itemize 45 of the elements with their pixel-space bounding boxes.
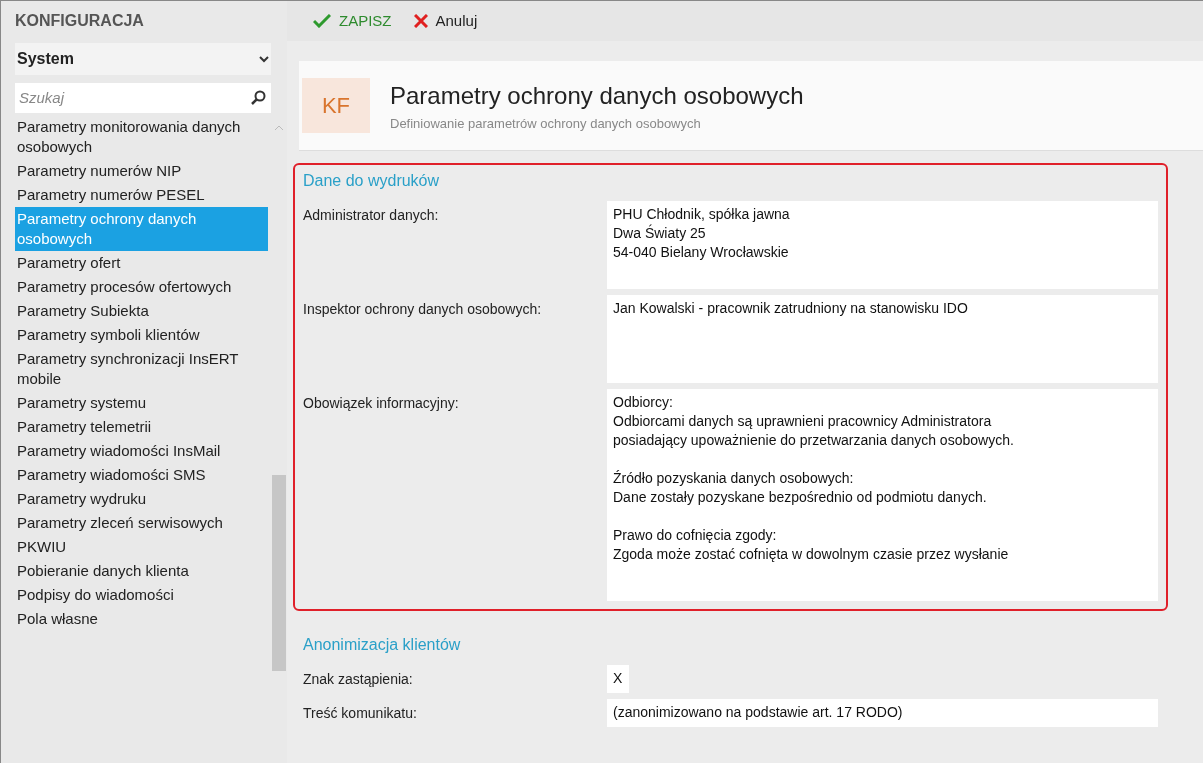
chevron-down-icon bbox=[259, 55, 269, 63]
save-button[interactable]: ZAPISZ bbox=[313, 9, 392, 33]
sidebar-item[interactable]: Parametry systemu bbox=[15, 391, 269, 415]
sidebar-item[interactable]: PKWIU bbox=[15, 535, 269, 559]
sidebar-item[interactable]: Parametry numerów NIP bbox=[15, 159, 269, 183]
field-label: Znak zastąpienia: bbox=[303, 670, 414, 689]
sidebar-item[interactable]: Parametry procesów ofertowych bbox=[15, 275, 269, 299]
module-badge: KF bbox=[302, 78, 370, 133]
search-field[interactable]: Szukaj bbox=[15, 83, 245, 113]
field-label: Inspektor ochrony danych osobowych: bbox=[303, 300, 543, 319]
field-label: Obowiązek informacyjny: bbox=[303, 394, 460, 413]
section-title: Dane do wydruków bbox=[303, 171, 441, 191]
text-field[interactable]: PHU Chłodnik, spółka jawna Dwa Światy 25 54-040 Bielany Wrocławskie bbox=[607, 201, 1158, 289]
text-field[interactable]: (zanonimizowano na podstawie art. 17 RODO) bbox=[607, 699, 1158, 727]
scrollbar-thumb[interactable] bbox=[272, 475, 287, 671]
sidebar-item[interactable]: Podpisy do wiadomości bbox=[15, 583, 269, 607]
text-field[interactable]: X bbox=[607, 665, 629, 693]
text-field[interactable]: Jan Kowalski - pracownik zatrudniony na stanowisku IDO bbox=[607, 295, 1158, 383]
sidebar-item[interactable]: Pobieranie danych klienta bbox=[15, 559, 269, 583]
cancel-button[interactable]: Anuluj bbox=[413, 9, 478, 33]
sidebar-item[interactable]: Parametry wydruku bbox=[15, 487, 269, 511]
checkmark-icon bbox=[313, 14, 331, 28]
page-subtitle: Definiowanie parametrów ochrony danych osobowych bbox=[390, 114, 702, 133]
close-icon bbox=[413, 14, 428, 28]
field-label: Treść komunikatu: bbox=[303, 704, 418, 723]
page-title: Parametry ochrony danych osobowych bbox=[390, 80, 804, 111]
sidebar-item[interactable]: Parametry Subiekta bbox=[15, 299, 269, 323]
section-title: Anonimizacja klientów bbox=[303, 635, 462, 655]
sidebar-item[interactable]: Parametry wiadomości SMS bbox=[15, 463, 269, 487]
sidebar-item[interactable]: Parametry numerów PESEL bbox=[15, 183, 269, 207]
scroll-up-icon bbox=[274, 125, 285, 131]
search-icon bbox=[250, 90, 266, 106]
sidebar-item[interactable]: Parametry symboli klientów bbox=[15, 323, 269, 347]
sidebar-item[interactable]: Parametry zleceń serwisowych bbox=[15, 511, 269, 535]
sidebar-item[interactable]: Parametry ofert bbox=[15, 251, 269, 275]
text-field[interactable]: Odbiorcy: Odbiorcami danych są uprawnieni pracownicy Administratora posiadający upoważnienie do przetwarzania danych osobowych. Źródło pozyskania danych osobowych: Dane zostały pozyskane bezpośrednio od podmiotu danych. Prawo do cofnięcia zgody: Zgoda może zostać cofnięta w dowolnym czasie przez wysłanie bbox=[607, 389, 1158, 601]
category-dropdown[interactable]: System bbox=[15, 43, 271, 75]
search-button[interactable] bbox=[245, 83, 271, 113]
sidebar-item[interactable]: Parametry telemetrii bbox=[15, 415, 269, 439]
sidebar-item[interactable]: Pola własne bbox=[15, 607, 269, 631]
sidebar-item[interactable]: Parametry monitorowania danych osobowych bbox=[15, 115, 269, 159]
sidebar-item[interactable]: Parametry synchronizacji InsERT mobile bbox=[15, 347, 269, 391]
sidebar-title: KONFIGURACJA bbox=[15, 11, 145, 31]
field-label: Administrator danych: bbox=[303, 206, 440, 225]
sidebar-item[interactable]: Parametry wiadomości InsMail bbox=[15, 439, 269, 463]
